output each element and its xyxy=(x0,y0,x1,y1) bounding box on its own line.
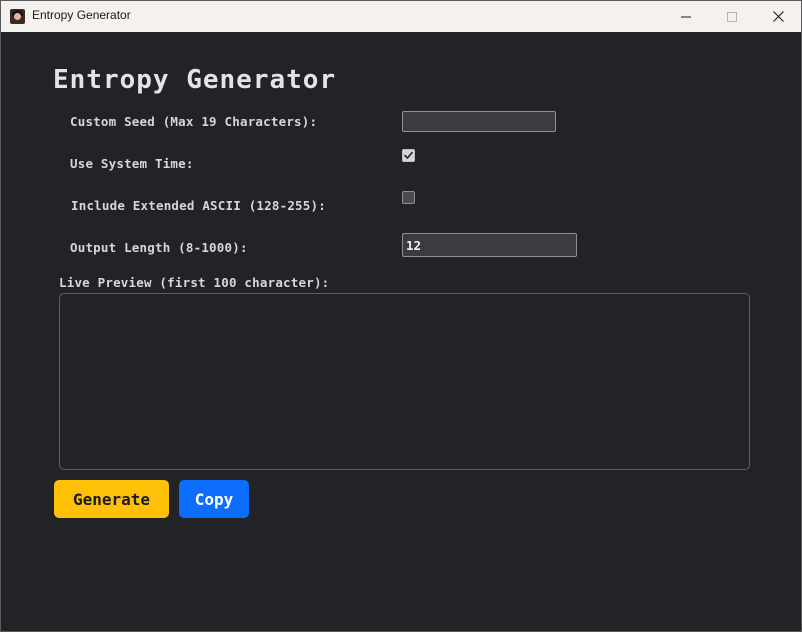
seed-input[interactable] xyxy=(402,111,556,132)
title-bar[interactable]: Entropy Generator xyxy=(1,1,801,32)
app-window: Entropy Generator Entropy Generator Cust… xyxy=(0,0,802,632)
output-length-label: Output Length (8-1000): xyxy=(70,240,248,255)
system-time-checkbox[interactable] xyxy=(402,149,415,162)
system-time-label: Use System Time: xyxy=(70,156,194,171)
minimize-button[interactable] xyxy=(663,1,709,32)
maximize-icon xyxy=(727,11,737,22)
live-preview-label: Live Preview (first 100 character): xyxy=(59,275,330,290)
minimize-icon xyxy=(681,16,691,17)
close-icon xyxy=(772,11,784,22)
extended-ascii-label: Include Extended ASCII (128-255): xyxy=(71,198,326,213)
window-title: Entropy Generator xyxy=(32,8,131,22)
output-length-input[interactable] xyxy=(402,233,577,257)
extended-ascii-checkbox[interactable] xyxy=(402,191,415,204)
live-preview-textarea[interactable] xyxy=(59,293,750,470)
app-icon xyxy=(10,9,25,24)
generate-button[interactable]: Generate xyxy=(54,480,169,518)
maximize-button[interactable] xyxy=(709,1,755,32)
copy-button[interactable]: Copy xyxy=(179,480,249,518)
seed-label: Custom Seed (Max 19 Characters): xyxy=(70,114,318,129)
app-heading: Entropy Generator xyxy=(53,65,337,95)
checkmark-icon xyxy=(404,151,413,159)
close-button[interactable] xyxy=(755,1,801,32)
